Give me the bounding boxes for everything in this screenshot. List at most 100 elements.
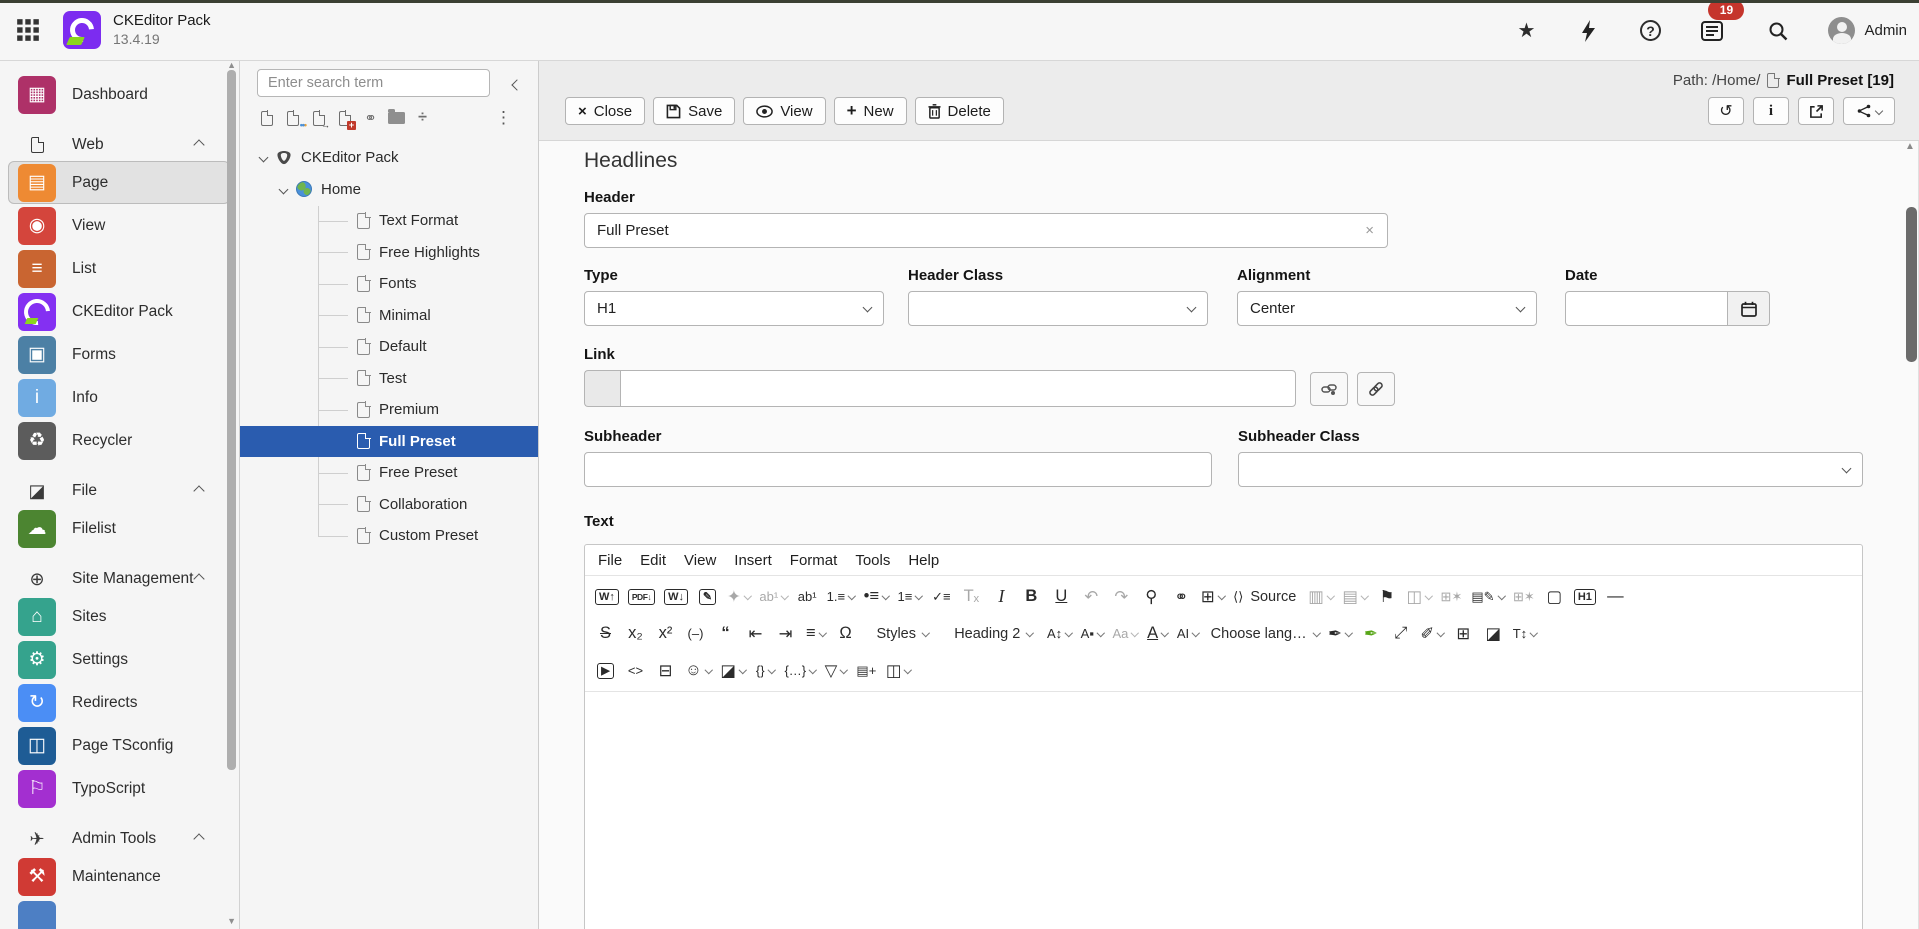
tree-search-input[interactable] xyxy=(257,69,490,97)
styles-dropdown-button[interactable]: Styles xyxy=(861,619,941,649)
page-break-button[interactable]: ⊟ xyxy=(651,656,680,686)
header-class-select[interactable] xyxy=(908,291,1208,326)
menu-view[interactable]: View xyxy=(675,552,725,569)
import-from-word-button[interactable]: W↑ xyxy=(591,582,623,612)
system-status-bolt-icon[interactable] xyxy=(1576,19,1600,43)
emoji-button[interactable]: ☺ xyxy=(681,656,715,686)
highlight-pen-button[interactable]: ✒ xyxy=(1324,619,1355,649)
block-quote-button[interactable]: “ xyxy=(711,619,740,649)
styled-container-button[interactable]: ▢ xyxy=(1540,582,1569,612)
tree-node-premium[interactable]: Premium xyxy=(240,394,539,426)
menu-insert[interactable]: Insert xyxy=(725,552,781,569)
menu-file[interactable]: File xyxy=(589,552,631,569)
type-select[interactable]: H1 xyxy=(584,291,884,326)
sidebar-section-web[interactable]: Web xyxy=(0,129,239,161)
insert-footnote-button[interactable]: ab¹ xyxy=(793,582,822,612)
pen-style-button[interactable]: ✐ xyxy=(1416,619,1447,649)
new-folder-icon[interactable] xyxy=(388,108,405,128)
undo-button[interactable]: ↶ xyxy=(1077,582,1106,612)
html-embed-button[interactable]: <> xyxy=(621,656,650,686)
merge-field-button[interactable]: {…} xyxy=(780,656,819,686)
superscript-button[interactable]: x² xyxy=(651,619,680,649)
editor-content-area[interactable] xyxy=(585,692,1862,929)
content-template-button[interactable]: ▤✎ xyxy=(1467,582,1508,612)
special-characters-button[interactable]: Ω xyxy=(831,619,860,649)
todo-list-button[interactable]: ✓≡ xyxy=(927,582,956,612)
footnote-options-button[interactable]: ab¹ xyxy=(755,582,791,612)
link-button[interactable]: ⚭ xyxy=(1167,582,1196,612)
menu-help[interactable]: Help xyxy=(899,552,948,569)
increase-indent-button[interactable]: ⇥ xyxy=(771,619,800,649)
image-placeholder-button[interactable]: ◪ xyxy=(716,656,749,686)
find-and-replace-button[interactable]: ⚲ xyxy=(1137,582,1166,612)
bookmark-button[interactable]: ⚑ xyxy=(1372,582,1401,612)
view-button[interactable]: View xyxy=(743,97,825,125)
sidebar-item-info[interactable]: iInfo xyxy=(0,376,239,419)
table-column-button[interactable]: ▥ xyxy=(1304,582,1337,612)
column-layout-button[interactable]: ◫ xyxy=(882,656,915,686)
systemlog-icon[interactable]: 19 xyxy=(1700,19,1724,43)
ai-assistant-button[interactable]: ✎ xyxy=(693,582,722,612)
text-alignment-button[interactable]: ≡ xyxy=(801,619,830,649)
media-embed-button[interactable]: ▶ xyxy=(591,656,620,686)
save-button[interactable]: Save xyxy=(653,97,735,125)
new-divider-icon[interactable]: ÷ xyxy=(414,108,431,128)
sidebar-item-filelist[interactable]: ☁Filelist xyxy=(0,507,239,550)
ai-tools-button[interactable]: AI xyxy=(1173,619,1203,649)
modules-grid-icon[interactable] xyxy=(15,17,41,43)
ai-commands-button[interactable]: ✦ xyxy=(723,582,754,612)
new-restricted-page-icon[interactable]: + xyxy=(336,108,353,128)
delete-button[interactable]: Delete xyxy=(915,97,1004,125)
history-button[interactable]: ↺ xyxy=(1708,97,1744,125)
sidebar-item-recycler[interactable]: ♻Recycler xyxy=(0,419,239,462)
collapse-tree-button[interactable] xyxy=(506,74,528,96)
horizontal-line-button[interactable]: — xyxy=(1601,582,1630,612)
tree-node-full-preset[interactable]: Full Preset xyxy=(240,426,539,458)
numbered-list-button[interactable]: 1≡ xyxy=(894,582,926,612)
search-icon[interactable] xyxy=(1766,19,1790,43)
sidebar-section-file[interactable]: ◪File xyxy=(0,475,239,507)
tree-node-fonts[interactable]: Fonts xyxy=(240,268,539,300)
table-properties-button[interactable]: ⊞ xyxy=(1449,619,1478,649)
redo-button[interactable]: ↷ xyxy=(1107,582,1136,612)
export-to-pdf-button[interactable]: PDF↓ xyxy=(624,582,659,612)
tree-node-home[interactable]: Home xyxy=(240,174,539,206)
sidebar-item-forms[interactable]: ▣Forms xyxy=(0,333,239,376)
sidebar-item-ckeditor-pack[interactable]: CKEditor Pack xyxy=(0,290,239,333)
help-icon[interactable]: ? xyxy=(1638,19,1662,43)
tree-node-free-preset[interactable]: Free Preset xyxy=(240,457,539,489)
chevron-down-icon[interactable] xyxy=(279,184,289,194)
italic-button[interactable]: I xyxy=(987,582,1016,612)
info-button[interactable]: i xyxy=(1753,97,1789,125)
paragraph-format-button[interactable]: Heading 2 xyxy=(942,619,1042,649)
font-size-button[interactable]: A↕ xyxy=(1043,619,1076,649)
maximize-button[interactable]: ⤢ xyxy=(1386,619,1415,649)
sidebar-scroll-down-icon[interactable]: ▼ xyxy=(227,916,236,926)
remove-format-button[interactable]: Tₓ xyxy=(957,582,986,612)
soft-hyphen-button[interactable]: (–) xyxy=(681,619,710,649)
user-menu[interactable]: Admin xyxy=(1828,17,1907,44)
new-shortcut-page-icon[interactable]: → xyxy=(310,108,327,128)
sidebar-item-list[interactable]: ≡List xyxy=(0,247,239,290)
insert-table-button[interactable]: ⊞ xyxy=(1197,582,1228,612)
link-browser-button[interactable] xyxy=(1357,372,1395,406)
alignment-select[interactable]: Center xyxy=(1237,291,1537,326)
subheader-class-select[interactable] xyxy=(1238,452,1863,487)
menu-format[interactable]: Format xyxy=(781,552,847,569)
table-style-button[interactable]: ⊞✶ xyxy=(1437,582,1467,612)
favorites-star-icon[interactable]: ★ xyxy=(1514,19,1538,43)
tree-node-custom-preset[interactable]: Custom Preset xyxy=(240,520,539,552)
menu-edit[interactable]: Edit xyxy=(631,552,675,569)
code-block-button[interactable]: {} xyxy=(750,656,779,686)
bulleted-list-button[interactable]: •≡ xyxy=(860,582,893,612)
new-button[interactable]: + New xyxy=(834,97,907,125)
source-editing-button[interactable]: ⟨⟩Source xyxy=(1229,582,1303,612)
font-background-color-button[interactable]: A▪ xyxy=(1077,619,1108,649)
sidebar-section-admin-tools[interactable]: ✈Admin Tools xyxy=(0,823,239,855)
sidebar-scroll-up-icon[interactable]: ▲ xyxy=(227,61,236,70)
table-row-button[interactable]: ▤ xyxy=(1338,582,1371,612)
insert-image-button[interactable]: ◪ xyxy=(1479,619,1508,649)
sidebar-item-dashboard[interactable]: ▦Dashboard xyxy=(0,73,239,116)
sidebar-item-settings[interactable]: ⚙Settings xyxy=(0,638,239,681)
ckeditor-pack-logo[interactable] xyxy=(63,11,101,49)
